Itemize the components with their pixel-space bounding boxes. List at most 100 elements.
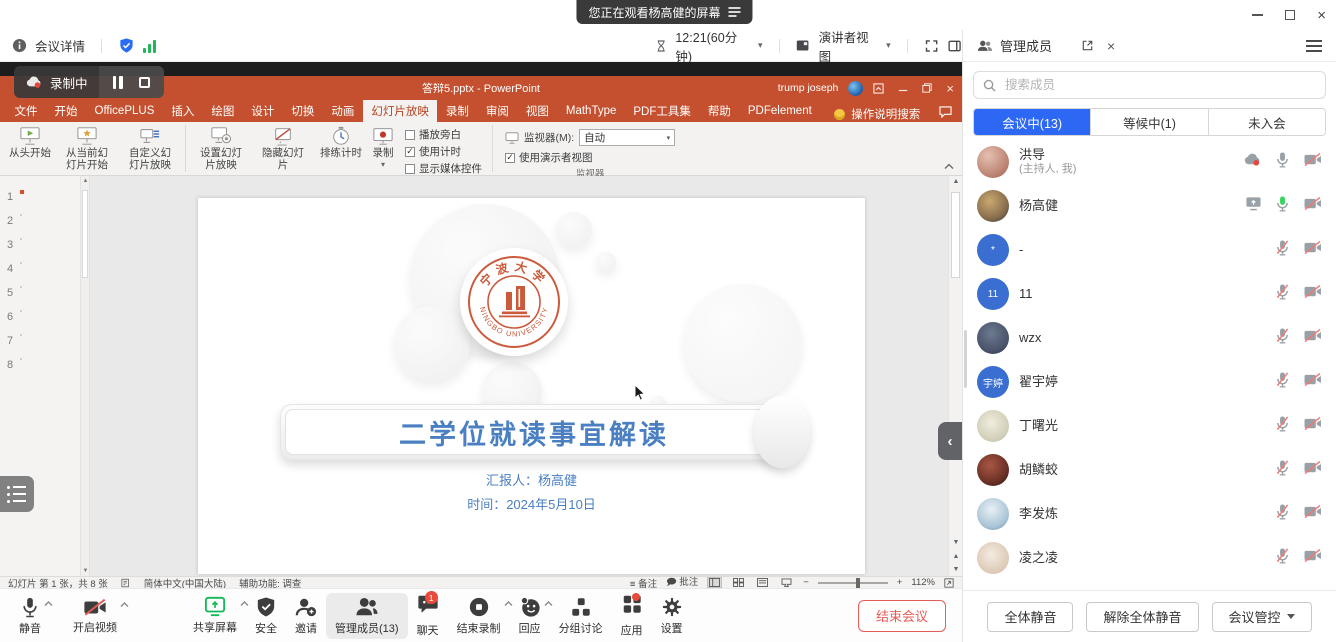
camera-icon[interactable] [1303, 548, 1322, 568]
slide-thumbnail[interactable]: 4 [0, 262, 89, 275]
mic-icon[interactable] [1275, 503, 1290, 525]
reactions-button[interactable]: 回应 [510, 593, 550, 639]
minimize-icon[interactable] [1252, 14, 1263, 16]
previous-slide-icon[interactable]: ▲ [949, 553, 963, 560]
slide-thumbnail[interactable]: 1 [0, 190, 89, 203]
next-slide-icon[interactable]: ▼ [949, 566, 963, 573]
stop-recording-button[interactable]: 结束录制 [448, 593, 510, 639]
comments-icon[interactable] [939, 106, 952, 118]
member-row[interactable]: 丁曙光 [963, 404, 1336, 448]
member-row[interactable]: * - [963, 228, 1336, 272]
camera-icon[interactable] [1303, 416, 1322, 436]
meeting-control-button[interactable]: 会议管控 [1212, 602, 1312, 632]
breakout-rooms-button[interactable]: 分组讨论 [550, 593, 612, 639]
panel-menu-icon[interactable] [1306, 40, 1322, 52]
hide-slide-button[interactable]: 隐藏幻灯片 [252, 124, 314, 173]
ppt-restore-icon[interactable] [922, 83, 932, 93]
video-options-caret-icon[interactable] [120, 602, 129, 608]
settings-button[interactable]: 设置 [652, 593, 692, 639]
member-row[interactable]: 李发炼 [963, 492, 1336, 536]
info-icon[interactable] [12, 38, 27, 53]
scroll-thumb[interactable] [82, 190, 88, 278]
tab-waiting[interactable]: 等候中(1) [1090, 109, 1208, 135]
tell-me-search[interactable]: 操作说明搜索 [834, 106, 920, 122]
ppt-tab[interactable]: 动画 [323, 100, 363, 122]
record-slideshow-button[interactable]: 录制 ▾ [367, 124, 399, 171]
ppt-tab[interactable]: 幻灯片放映 [363, 100, 438, 122]
ppt-account-name[interactable]: trump joseph [778, 82, 839, 94]
camera-icon[interactable] [1303, 504, 1322, 524]
tab-not-joined[interactable]: 未入会 [1209, 109, 1325, 135]
camera-icon[interactable] [1303, 284, 1322, 304]
ribbon-options-icon[interactable] [873, 83, 884, 94]
slide-thumbnail[interactable]: 3 [0, 238, 89, 251]
slide-thumbnail[interactable]: 8 [0, 358, 89, 371]
ppt-tab[interactable]: 文件 [6, 100, 46, 122]
zoom-slider-thumb[interactable] [856, 578, 860, 588]
member-row[interactable]: 11 11 [963, 272, 1336, 316]
timer-dropdown-caret-icon[interactable]: ▾ [758, 40, 763, 51]
zoom-slider[interactable] [818, 582, 888, 584]
ppt-tab[interactable]: PDF工具集 [625, 100, 700, 122]
reading-view-icon[interactable] [755, 577, 770, 588]
security-button[interactable]: 安全 [246, 593, 286, 639]
chat-button[interactable]: 1 聊天 [408, 590, 448, 641]
ppt-tab[interactable]: 审阅 [477, 100, 517, 122]
fit-slide-icon[interactable] [944, 578, 954, 588]
slide-thumbnail[interactable]: 2 [0, 214, 89, 227]
mute-button[interactable]: 静音 [10, 593, 50, 639]
mic-icon[interactable] [1275, 371, 1290, 393]
mute-options-caret-icon[interactable] [44, 601, 53, 607]
mic-icon[interactable] [1275, 415, 1290, 437]
ppt-tab[interactable]: 录制 [437, 100, 477, 122]
ppt-tab[interactable]: 帮助 [699, 100, 739, 122]
member-list-scrollbar[interactable] [964, 330, 967, 388]
slide-thumbnail[interactable]: 7 [0, 334, 89, 347]
side-panel-toggle-icon[interactable] [947, 38, 962, 54]
mic-icon[interactable] [1275, 239, 1290, 261]
presenter-view-checkbox[interactable]: ✓使用演示者视图 [505, 150, 675, 165]
camera-icon[interactable] [1303, 328, 1322, 348]
ppt-minimize-icon[interactable] [898, 83, 908, 93]
slideshow-view-icon[interactable] [779, 577, 794, 588]
manage-members-button[interactable]: 管理成员(13) [326, 593, 408, 639]
pause-recording-icon[interactable] [113, 76, 123, 89]
mic-icon[interactable] [1275, 151, 1290, 173]
watching-screen-pill[interactable]: 您正在观看杨高健的屏幕 [576, 0, 752, 24]
stop-recording-icon[interactable] [139, 77, 150, 88]
invite-button[interactable]: 邀请 [286, 593, 326, 639]
rehearse-timings-button[interactable]: 排练计时 [315, 124, 367, 161]
thumbnail-scrollbar[interactable]: ▲ ▼ [80, 176, 89, 576]
close-panel-icon[interactable]: × [1107, 38, 1115, 54]
network-signal-icon[interactable] [143, 39, 156, 53]
ppt-close-icon[interactable]: × [946, 81, 954, 96]
camera-icon[interactable] [1303, 460, 1322, 480]
mic-icon[interactable] [1275, 283, 1290, 305]
panel-collapse-handle[interactable]: ‹ [938, 422, 962, 460]
ppt-tab[interactable]: 视图 [517, 100, 557, 122]
maximize-icon[interactable] [1285, 10, 1295, 20]
ppt-tab[interactable]: PDFelement [739, 100, 820, 122]
zoom-out-icon[interactable]: − [803, 577, 809, 588]
end-meeting-button[interactable]: 结束会议 [858, 600, 946, 632]
show-media-controls-checkbox[interactable]: 显示媒体控件 [405, 161, 482, 176]
popout-panel-icon[interactable] [1081, 39, 1094, 52]
from-beginning-button[interactable]: 从头开始 [4, 124, 56, 161]
monitor-select[interactable]: 自动▾ [579, 129, 675, 146]
ppt-tab[interactable]: 插入 [163, 100, 203, 122]
member-row[interactable]: 洪导 (主持人, 我) [963, 140, 1336, 184]
start-video-button[interactable]: 开启视频 [64, 594, 126, 638]
scroll-down-icon[interactable]: ▼ [949, 539, 963, 546]
ppt-tab[interactable]: 绘图 [203, 100, 243, 122]
setup-slideshow-button[interactable]: 设置幻灯片放映 [190, 124, 252, 173]
collapse-ribbon-icon[interactable] [944, 163, 954, 170]
mute-all-button[interactable]: 全体静音 [987, 602, 1073, 632]
camera-icon[interactable] [1303, 152, 1322, 172]
custom-slideshow-button[interactable]: 自定义幻灯片放映 [119, 124, 181, 173]
fullscreen-icon[interactable] [924, 38, 939, 54]
speaker-view-icon[interactable] [795, 38, 810, 53]
meeting-float-widget[interactable] [0, 476, 34, 512]
ppt-tab[interactable]: 开始 [46, 100, 86, 122]
slide-sorter-view-icon[interactable] [731, 577, 746, 588]
scroll-thumb[interactable] [951, 192, 960, 278]
